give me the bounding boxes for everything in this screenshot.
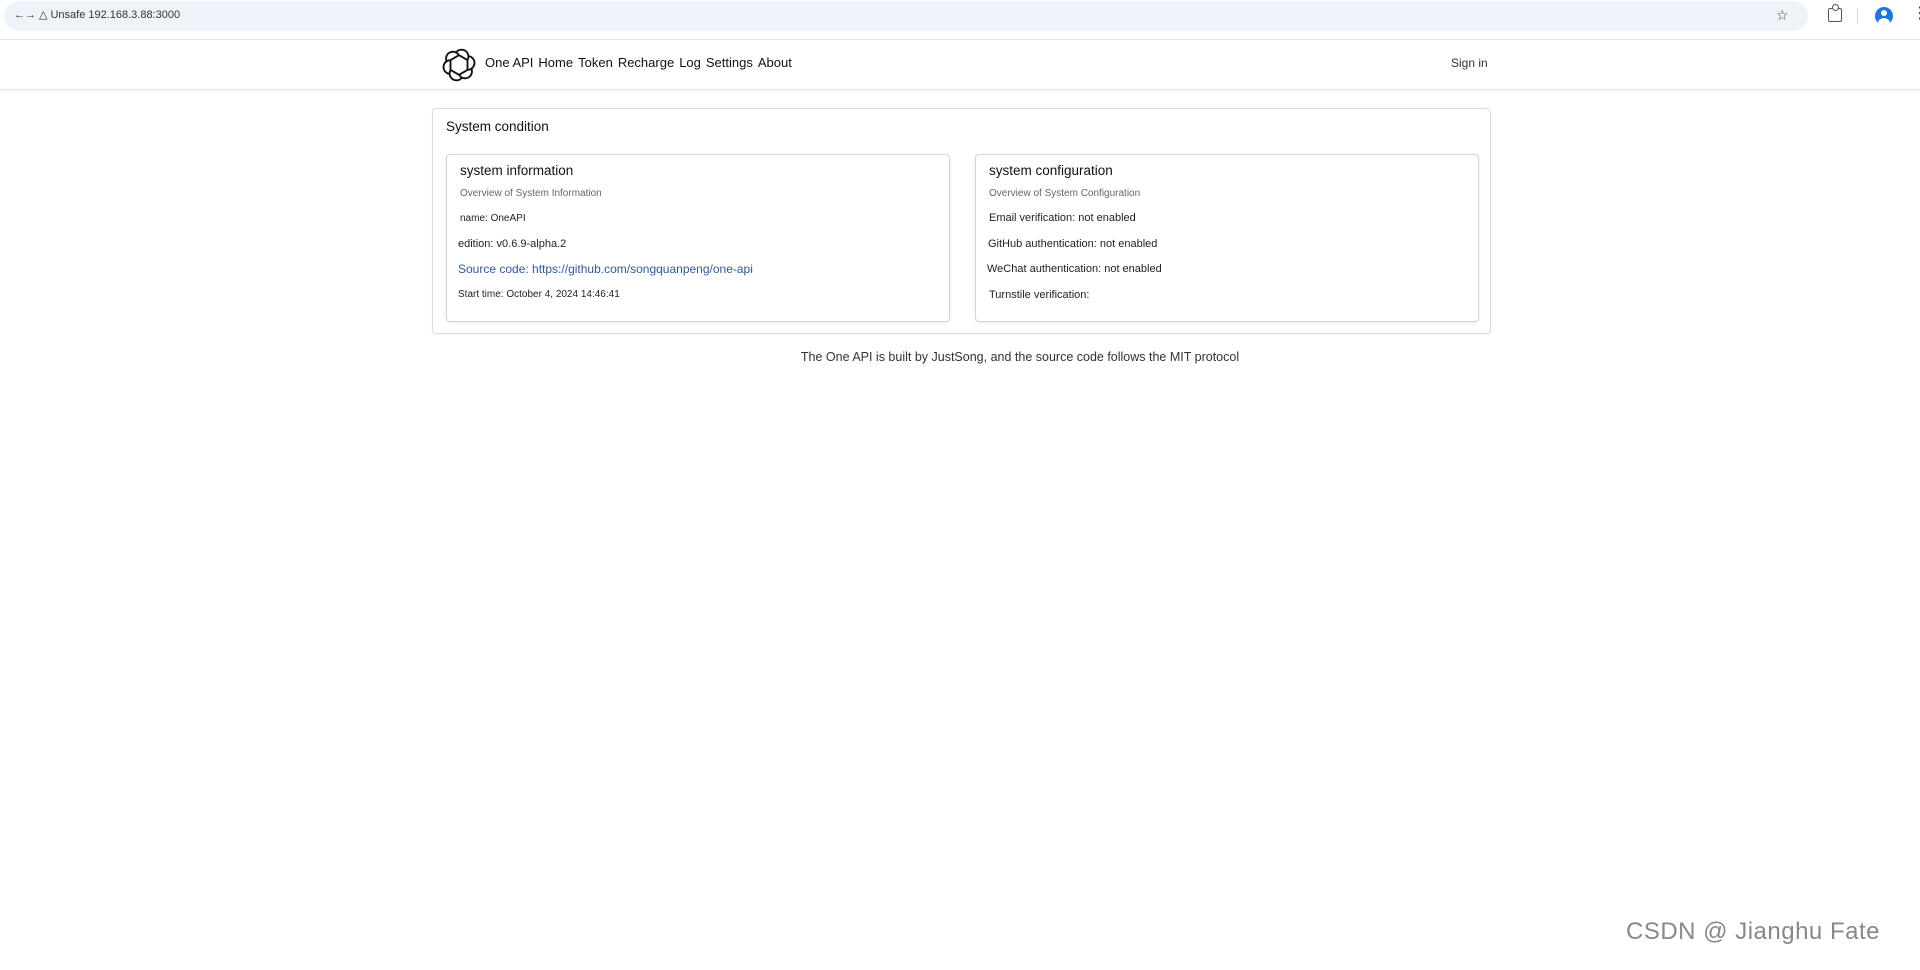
watermark: CSDN @ Jianghu Fate — [1626, 918, 1880, 945]
address-bar-content: ←→ △ Unsafe 192.168.3.88:3000 — [14, 8, 180, 22]
system-condition-panel: System condition system information Over… — [432, 108, 1491, 334]
system-name: name: OneAPI — [460, 213, 526, 224]
address-bar[interactable]: ←→ △ Unsafe 192.168.3.88:3000 — [4, 1, 1808, 31]
security-label[interactable]: Unsafe — [50, 9, 85, 21]
email-verification-status: Email verification: not enabled — [989, 212, 1136, 224]
source-code-link[interactable]: Source code: https://github.com/songquan… — [458, 262, 753, 276]
system-information-card: system information Overview of System In… — [446, 154, 950, 322]
system-configuration-card: system configuration Overview of System … — [975, 154, 1479, 322]
nav-token[interactable]: Token — [578, 55, 613, 70]
main-nav: One API Home Token Recharge Log Settings… — [485, 55, 792, 70]
system-edition: edition: v0.6.9-alpha.2 — [458, 238, 567, 250]
bookmark-star-icon[interactable]: ☆ — [1776, 7, 1789, 24]
app-header: One API Home Token Recharge Log Settings… — [0, 39, 1920, 90]
footer-credits: The One API is built by JustSong, and th… — [800, 350, 1240, 364]
nav-about[interactable]: About — [758, 55, 792, 70]
toolbar-divider — [1857, 8, 1858, 24]
back-forward-icon[interactable]: ←→ — [14, 9, 36, 21]
profile-avatar-icon[interactable] — [1875, 7, 1893, 25]
card-subtitle: Overview of System Configuration — [989, 188, 1141, 199]
turnstile-status: Turnstile verification: — [989, 289, 1090, 301]
url-text[interactable]: 192.168.3.88:3000 — [88, 9, 180, 21]
github-auth-status: GitHub authentication: not enabled — [988, 238, 1158, 250]
kebab-menu-icon[interactable]: ⋮ — [1912, 6, 1920, 22]
panel-title: System condition — [446, 119, 549, 134]
card-subtitle: Overview of System Information — [460, 188, 602, 199]
sign-in-button[interactable]: Sign in — [1451, 56, 1488, 70]
wechat-auth-status: WeChat authentication: not enabled — [987, 263, 1162, 275]
nav-recharge[interactable]: Recharge — [618, 55, 674, 70]
warning-icon: △ — [39, 9, 48, 21]
nav-settings[interactable]: Settings — [706, 55, 753, 70]
card-title: system information — [460, 163, 574, 178]
nav-home[interactable]: Home — [538, 55, 573, 70]
extensions-icon[interactable] — [1828, 4, 1842, 22]
nav-log[interactable]: Log — [679, 55, 701, 70]
start-time: Start time: October 4, 2024 14:46:41 — [458, 289, 620, 300]
browser-toolbar: ←→ △ Unsafe 192.168.3.88:3000 ☆ ⋮ — [0, 0, 1920, 32]
brand-link[interactable]: One API — [485, 55, 533, 70]
openai-logo-icon[interactable] — [442, 48, 476, 82]
card-title: system configuration — [989, 163, 1113, 178]
